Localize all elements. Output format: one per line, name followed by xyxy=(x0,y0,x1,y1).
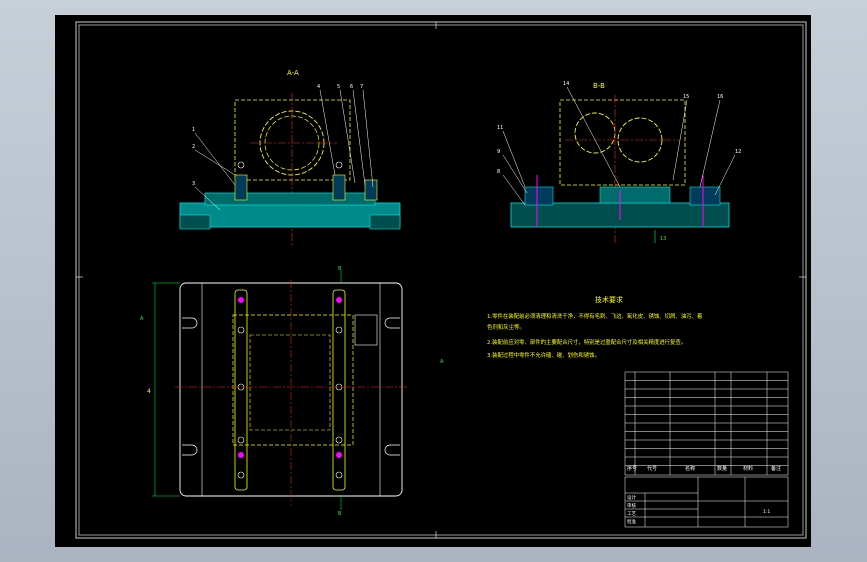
svg-text:批准: 批准 xyxy=(627,518,636,525)
svg-text:审核: 审核 xyxy=(627,502,636,509)
plan-note-b-bottom: B xyxy=(338,511,342,517)
plan-note-b-top: B xyxy=(338,266,342,272)
sheet-inner-frame xyxy=(78,24,804,536)
svg-text:7: 7 xyxy=(360,84,363,90)
svg-text:1: 1 xyxy=(192,127,195,133)
svg-text:11: 11 xyxy=(497,125,503,131)
section-bb-view: B-B 11 9 8 14 15 16 12 13 xyxy=(497,81,741,245)
svg-text:3.装配过程中零件不允许磕、碰、划伤和锈蚀。: 3.装配过程中零件不允许磕、碰、划伤和锈蚀。 xyxy=(487,351,600,359)
svg-text:16: 16 xyxy=(717,94,723,100)
svg-text:工艺: 工艺 xyxy=(627,511,636,517)
technical-requirements: 技术要求 1.零件在装配前必须清理和清洗干净，不得有毛刺、飞边、氧化皮、锈蚀、切… xyxy=(487,295,703,359)
section-aa-label: A-A xyxy=(287,69,299,77)
sheet-outer-frame xyxy=(75,21,807,539)
svg-text:9: 9 xyxy=(497,149,500,155)
title-block-text: 设计 审核 工艺 批准 1:1 xyxy=(627,494,770,525)
plan-dim-left: 4 xyxy=(147,388,151,395)
section-aa-view: A-A 1 2 3 4 5 6 7 xyxy=(179,69,401,245)
svg-text:4: 4 xyxy=(317,84,320,90)
svg-text:14: 14 xyxy=(563,81,569,87)
svg-text:材料: 材料 xyxy=(743,465,753,472)
svg-text:15: 15 xyxy=(683,94,689,100)
svg-text:2: 2 xyxy=(192,144,195,150)
cad-drawing-viewport[interactable]: A-A 1 2 3 4 5 6 7 B-B 11 9 8 14 15 16 12… xyxy=(55,15,811,547)
svg-text:2.装配前应对零、部件的主要配合尺寸，特别是过盈配合尺寸及相: 2.装配前应对零、部件的主要配合尺寸，特别是过盈配合尺寸及相关精度进行复查。 xyxy=(487,338,686,346)
svg-text:13: 13 xyxy=(660,236,666,242)
plan-note-a-right: A xyxy=(440,359,444,365)
svg-text:色剂和灰尘等。: 色剂和灰尘等。 xyxy=(487,323,525,331)
svg-text:1.零件在装配前必须清理和清洗干净，不得有毛刺、飞边、氧化皮: 1.零件在装配前必须清理和清洗干净，不得有毛刺、飞边、氧化皮、锈蚀、切屑、油污、… xyxy=(487,312,703,320)
svg-text:12: 12 xyxy=(735,149,741,155)
svg-text:8: 8 xyxy=(497,169,500,175)
plan-note-a-left: A xyxy=(140,316,144,322)
title-block xyxy=(624,476,789,528)
drawing-canvas: A-A 1 2 3 4 5 6 7 B-B 11 9 8 14 15 16 12… xyxy=(75,21,807,539)
svg-text:序号: 序号 xyxy=(627,465,637,472)
section-bb-label: B-B xyxy=(593,82,605,90)
svg-text:名称: 名称 xyxy=(685,465,695,472)
svg-text:3: 3 xyxy=(192,181,195,187)
tech-req-title: 技术要求 xyxy=(595,295,623,304)
svg-text:5: 5 xyxy=(337,84,340,90)
svg-text:数量: 数量 xyxy=(717,465,727,472)
svg-text:6: 6 xyxy=(350,84,353,90)
svg-text:备注: 备注 xyxy=(771,465,781,472)
bill-of-materials xyxy=(624,371,789,476)
bom-header: 序号 代号 名称 数量 材料 备注 xyxy=(627,465,781,472)
svg-text:代号: 代号 xyxy=(647,465,657,472)
svg-text:设计: 设计 xyxy=(627,494,636,501)
svg-text:1:1: 1:1 xyxy=(763,509,770,515)
plan-view: 4 B B A A xyxy=(140,266,444,517)
